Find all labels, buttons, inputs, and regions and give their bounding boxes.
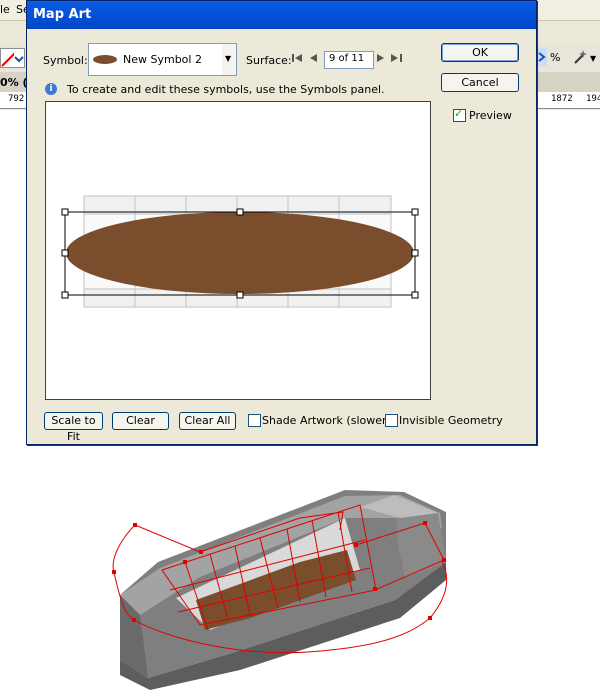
chevron-right-icon[interactable] <box>537 48 547 66</box>
shade-artwork-label: Shade Artwork (slower) <box>262 414 391 427</box>
symbol-label: Symbol: <box>43 54 88 67</box>
chevron-down-icon[interactable]: ▼ <box>590 54 596 63</box>
symbol-select[interactable]: New Symbol 2 <box>88 43 224 76</box>
skip-first-icon <box>292 54 302 62</box>
toolbar-percent-label: % <box>550 51 561 64</box>
surface-label: Surface: <box>246 54 292 67</box>
info-text: To create and edit these symbols, use th… <box>67 83 385 96</box>
symbol-preview-swatch <box>93 55 117 64</box>
triangle-right-icon <box>377 54 384 62</box>
3d-ring-artwork[interactable] <box>0 450 600 700</box>
scale-to-fit-button[interactable]: Scale to Fit <box>44 412 103 443</box>
first-surface-button[interactable] <box>292 53 304 66</box>
invisible-geometry-label: Invisible Geometry <box>399 414 503 427</box>
preview-label: Preview <box>469 109 512 122</box>
symbol-selected-value: New Symbol 2 <box>123 53 202 66</box>
preview-checkbox[interactable] <box>453 107 466 122</box>
info-icon: i <box>45 83 57 95</box>
map-art-dialog: Map Art Symbol: New Symbol 2 ▼ Surface: … <box>26 0 537 445</box>
last-surface-button[interactable] <box>391 53 403 66</box>
invisible-geometry-checkbox[interactable] <box>385 414 398 427</box>
surface-number-field[interactable]: 9 of 11 <box>324 51 374 69</box>
ruler-number: 1872 <box>551 94 573 104</box>
skip-last-icon <box>391 54 402 62</box>
next-surface-button[interactable] <box>377 53 385 66</box>
ruler-number: 194 <box>586 94 600 104</box>
shade-artwork-checkbox[interactable] <box>248 414 261 427</box>
symbol-dropdown-button[interactable]: ▼ <box>222 43 237 76</box>
symbol-mapping-canvas[interactable] <box>45 101 431 400</box>
clear-button[interactable]: Clear <box>112 412 169 430</box>
symbol-artwork <box>66 212 414 294</box>
dialog-titlebar[interactable]: Map Art <box>27 1 536 29</box>
surface-value: 9 of 11 <box>329 53 365 64</box>
triangle-left-icon <box>310 54 317 62</box>
previous-surface-button[interactable] <box>309 53 317 66</box>
dialog-title: Map Art <box>33 7 92 22</box>
menu-item-partial-1[interactable]: le <box>0 3 10 16</box>
surface-preview <box>61 195 419 308</box>
ok-button[interactable]: OK <box>441 43 519 62</box>
magic-wand-icon[interactable] <box>572 49 588 65</box>
cancel-button[interactable]: Cancel <box>441 73 519 92</box>
ruler-number: 792 <box>8 94 25 104</box>
stroke-dropdown-icon[interactable] <box>14 48 25 68</box>
clear-all-button[interactable]: Clear All <box>179 412 236 430</box>
chevron-down-icon: ▼ <box>225 54 232 63</box>
zoom-tab-partial[interactable]: 0% ( <box>0 76 28 89</box>
